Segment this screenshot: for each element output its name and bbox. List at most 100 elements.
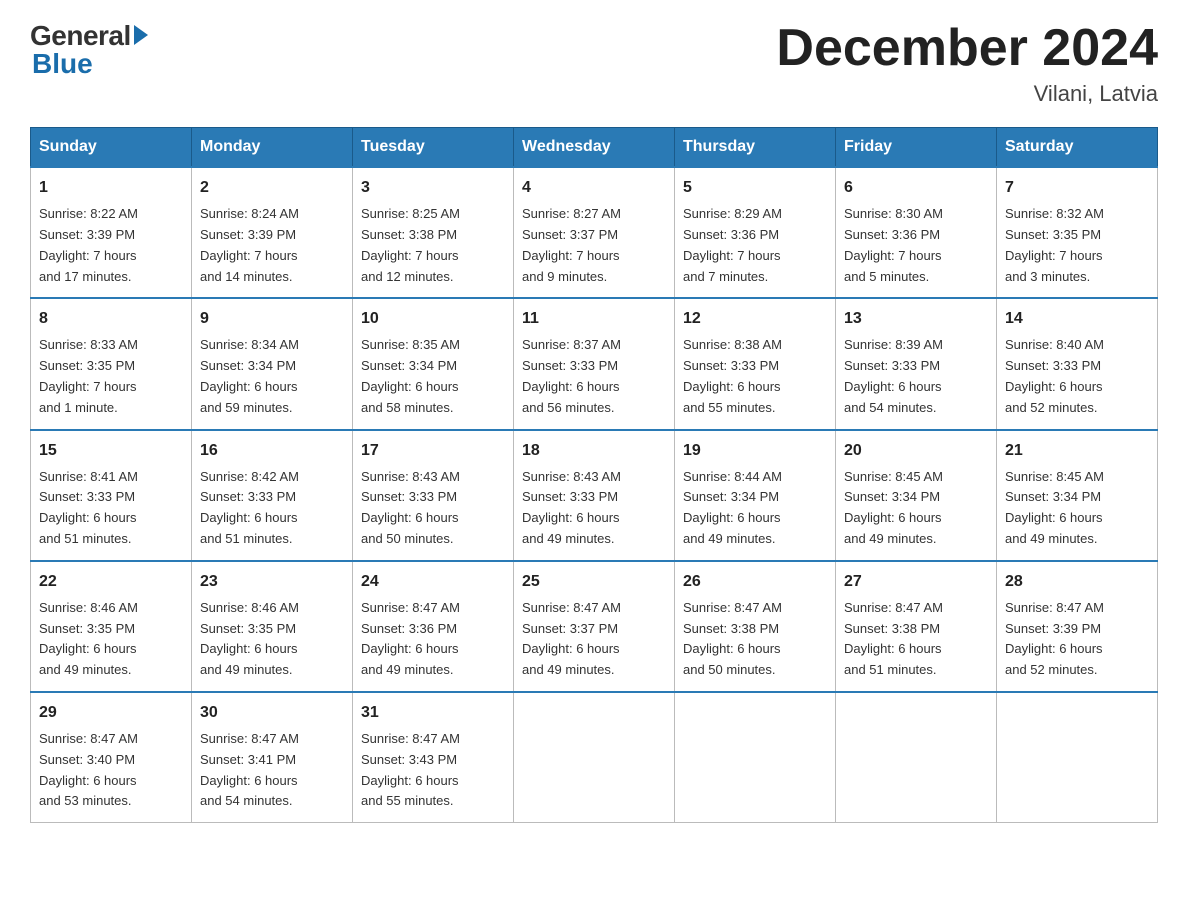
day-info: Sunrise: 8:45 AMSunset: 3:34 PMDaylight:… <box>1005 469 1104 546</box>
day-info: Sunrise: 8:47 AMSunset: 3:36 PMDaylight:… <box>361 600 460 677</box>
calendar-cell: 26 Sunrise: 8:47 AMSunset: 3:38 PMDaylig… <box>675 561 836 692</box>
day-number: 9 <box>200 307 344 331</box>
calendar-cell: 2 Sunrise: 8:24 AMSunset: 3:39 PMDayligh… <box>192 167 353 298</box>
week-row-3: 15 Sunrise: 8:41 AMSunset: 3:33 PMDaylig… <box>31 430 1158 561</box>
day-number: 31 <box>361 701 505 725</box>
day-number: 5 <box>683 176 827 200</box>
day-info: Sunrise: 8:47 AMSunset: 3:43 PMDaylight:… <box>361 731 460 808</box>
day-info: Sunrise: 8:29 AMSunset: 3:36 PMDaylight:… <box>683 206 782 283</box>
day-number: 19 <box>683 439 827 463</box>
day-number: 25 <box>522 570 666 594</box>
day-info: Sunrise: 8:43 AMSunset: 3:33 PMDaylight:… <box>361 469 460 546</box>
day-info: Sunrise: 8:43 AMSunset: 3:33 PMDaylight:… <box>522 469 621 546</box>
day-number: 20 <box>844 439 988 463</box>
col-wednesday: Wednesday <box>514 128 675 168</box>
day-number: 4 <box>522 176 666 200</box>
calendar-cell: 17 Sunrise: 8:43 AMSunset: 3:33 PMDaylig… <box>353 430 514 561</box>
day-info: Sunrise: 8:22 AMSunset: 3:39 PMDaylight:… <box>39 206 138 283</box>
calendar-cell: 18 Sunrise: 8:43 AMSunset: 3:33 PMDaylig… <box>514 430 675 561</box>
day-number: 23 <box>200 570 344 594</box>
day-info: Sunrise: 8:44 AMSunset: 3:34 PMDaylight:… <box>683 469 782 546</box>
day-number: 13 <box>844 307 988 331</box>
calendar-cell: 23 Sunrise: 8:46 AMSunset: 3:35 PMDaylig… <box>192 561 353 692</box>
day-info: Sunrise: 8:32 AMSunset: 3:35 PMDaylight:… <box>1005 206 1104 283</box>
col-monday: Monday <box>192 128 353 168</box>
calendar-cell: 13 Sunrise: 8:39 AMSunset: 3:33 PMDaylig… <box>836 298 997 429</box>
calendar-cell: 8 Sunrise: 8:33 AMSunset: 3:35 PMDayligh… <box>31 298 192 429</box>
day-number: 27 <box>844 570 988 594</box>
day-number: 3 <box>361 176 505 200</box>
day-info: Sunrise: 8:47 AMSunset: 3:41 PMDaylight:… <box>200 731 299 808</box>
day-info: Sunrise: 8:38 AMSunset: 3:33 PMDaylight:… <box>683 337 782 414</box>
col-tuesday: Tuesday <box>353 128 514 168</box>
calendar-cell: 16 Sunrise: 8:42 AMSunset: 3:33 PMDaylig… <box>192 430 353 561</box>
day-number: 11 <box>522 307 666 331</box>
logo-arrow-icon <box>134 25 148 45</box>
calendar-cell: 1 Sunrise: 8:22 AMSunset: 3:39 PMDayligh… <box>31 167 192 298</box>
day-number: 22 <box>39 570 183 594</box>
calendar-cell: 29 Sunrise: 8:47 AMSunset: 3:40 PMDaylig… <box>31 692 192 823</box>
calendar-cell: 5 Sunrise: 8:29 AMSunset: 3:36 PMDayligh… <box>675 167 836 298</box>
col-friday: Friday <box>836 128 997 168</box>
day-number: 6 <box>844 176 988 200</box>
day-number: 12 <box>683 307 827 331</box>
day-info: Sunrise: 8:27 AMSunset: 3:37 PMDaylight:… <box>522 206 621 283</box>
day-info: Sunrise: 8:47 AMSunset: 3:37 PMDaylight:… <box>522 600 621 677</box>
logo-blue-text: Blue <box>32 48 93 80</box>
calendar-cell: 31 Sunrise: 8:47 AMSunset: 3:43 PMDaylig… <box>353 692 514 823</box>
month-title: December 2024 <box>776 20 1158 77</box>
day-info: Sunrise: 8:25 AMSunset: 3:38 PMDaylight:… <box>361 206 460 283</box>
calendar-cell: 22 Sunrise: 8:46 AMSunset: 3:35 PMDaylig… <box>31 561 192 692</box>
day-info: Sunrise: 8:35 AMSunset: 3:34 PMDaylight:… <box>361 337 460 414</box>
day-info: Sunrise: 8:47 AMSunset: 3:40 PMDaylight:… <box>39 731 138 808</box>
col-thursday: Thursday <box>675 128 836 168</box>
location-subtitle: Vilani, Latvia <box>776 81 1158 107</box>
calendar-cell <box>675 692 836 823</box>
calendar-cell: 4 Sunrise: 8:27 AMSunset: 3:37 PMDayligh… <box>514 167 675 298</box>
calendar-cell <box>997 692 1158 823</box>
day-info: Sunrise: 8:42 AMSunset: 3:33 PMDaylight:… <box>200 469 299 546</box>
calendar-cell: 21 Sunrise: 8:45 AMSunset: 3:34 PMDaylig… <box>997 430 1158 561</box>
day-number: 28 <box>1005 570 1149 594</box>
day-number: 17 <box>361 439 505 463</box>
day-number: 8 <box>39 307 183 331</box>
day-info: Sunrise: 8:24 AMSunset: 3:39 PMDaylight:… <box>200 206 299 283</box>
day-number: 2 <box>200 176 344 200</box>
day-number: 24 <box>361 570 505 594</box>
col-saturday: Saturday <box>997 128 1158 168</box>
week-row-2: 8 Sunrise: 8:33 AMSunset: 3:35 PMDayligh… <box>31 298 1158 429</box>
day-number: 29 <box>39 701 183 725</box>
calendar-cell: 6 Sunrise: 8:30 AMSunset: 3:36 PMDayligh… <box>836 167 997 298</box>
day-number: 21 <box>1005 439 1149 463</box>
day-number: 14 <box>1005 307 1149 331</box>
week-row-4: 22 Sunrise: 8:46 AMSunset: 3:35 PMDaylig… <box>31 561 1158 692</box>
day-info: Sunrise: 8:39 AMSunset: 3:33 PMDaylight:… <box>844 337 943 414</box>
day-info: Sunrise: 8:33 AMSunset: 3:35 PMDaylight:… <box>39 337 138 414</box>
calendar-cell: 7 Sunrise: 8:32 AMSunset: 3:35 PMDayligh… <box>997 167 1158 298</box>
day-info: Sunrise: 8:45 AMSunset: 3:34 PMDaylight:… <box>844 469 943 546</box>
calendar-cell: 12 Sunrise: 8:38 AMSunset: 3:33 PMDaylig… <box>675 298 836 429</box>
day-number: 7 <box>1005 176 1149 200</box>
day-info: Sunrise: 8:47 AMSunset: 3:39 PMDaylight:… <box>1005 600 1104 677</box>
calendar-cell: 10 Sunrise: 8:35 AMSunset: 3:34 PMDaylig… <box>353 298 514 429</box>
logo: General Blue <box>30 20 148 80</box>
col-sunday: Sunday <box>31 128 192 168</box>
calendar-cell: 24 Sunrise: 8:47 AMSunset: 3:36 PMDaylig… <box>353 561 514 692</box>
calendar-cell <box>836 692 997 823</box>
calendar-cell: 28 Sunrise: 8:47 AMSunset: 3:39 PMDaylig… <box>997 561 1158 692</box>
day-number: 16 <box>200 439 344 463</box>
calendar-cell: 3 Sunrise: 8:25 AMSunset: 3:38 PMDayligh… <box>353 167 514 298</box>
calendar-cell: 27 Sunrise: 8:47 AMSunset: 3:38 PMDaylig… <box>836 561 997 692</box>
calendar-cell: 15 Sunrise: 8:41 AMSunset: 3:33 PMDaylig… <box>31 430 192 561</box>
day-number: 15 <box>39 439 183 463</box>
page-header: General Blue December 2024 Vilani, Latvi… <box>30 20 1158 107</box>
day-info: Sunrise: 8:40 AMSunset: 3:33 PMDaylight:… <box>1005 337 1104 414</box>
day-number: 30 <box>200 701 344 725</box>
day-number: 26 <box>683 570 827 594</box>
week-row-5: 29 Sunrise: 8:47 AMSunset: 3:40 PMDaylig… <box>31 692 1158 823</box>
calendar-cell <box>514 692 675 823</box>
day-info: Sunrise: 8:47 AMSunset: 3:38 PMDaylight:… <box>683 600 782 677</box>
calendar-cell: 14 Sunrise: 8:40 AMSunset: 3:33 PMDaylig… <box>997 298 1158 429</box>
calendar-cell: 30 Sunrise: 8:47 AMSunset: 3:41 PMDaylig… <box>192 692 353 823</box>
day-info: Sunrise: 8:37 AMSunset: 3:33 PMDaylight:… <box>522 337 621 414</box>
